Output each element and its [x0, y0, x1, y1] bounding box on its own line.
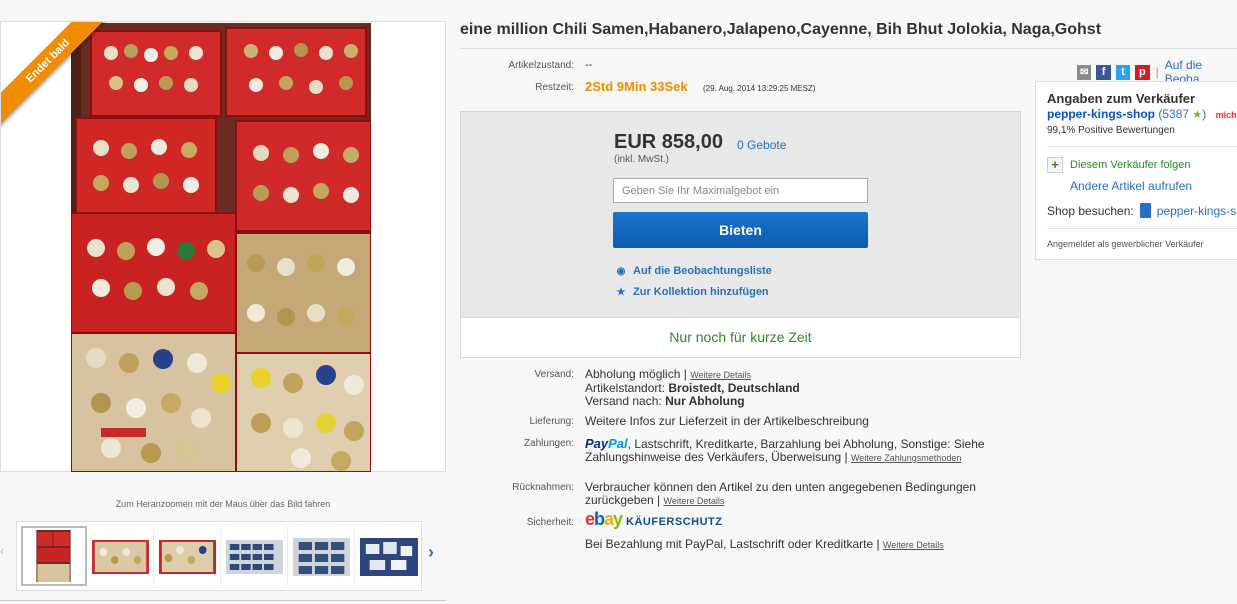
seller-divider: [1047, 146, 1237, 147]
payment-methods-line2: Zahlungshinweise des Verkäufers, Überwei…: [585, 450, 848, 464]
item-location-value: Broistedt, Deutschland: [668, 381, 800, 395]
item-location-label: Artikelstandort:: [585, 381, 666, 395]
zoom-hint: Zum Heranzoomen mit der Maus über das Bi…: [115, 499, 331, 509]
end-time: (29. Aug. 2014 13:29:25 MESZ): [703, 84, 816, 93]
facebook-icon[interactable]: f: [1096, 64, 1111, 80]
thumbnail-drawers-5[interactable]: [289, 526, 355, 586]
plus-icon: +: [1047, 157, 1063, 173]
shipping-info: Abholung möglich | Weitere Details: [585, 368, 1005, 382]
watchlist-link-label: Auf die Beobachtungsliste: [633, 265, 772, 277]
feedback-score-close: ): [1202, 107, 1207, 121]
shop-label: Shop besuchen:: [1047, 203, 1134, 218]
max-bid-input[interactable]: [613, 178, 868, 203]
paypal-logo: PayPal: [585, 436, 628, 451]
shop-visit: Shop besuchen: pepper-kings-sh: [1047, 203, 1237, 218]
payment-methods: PayPal, Lastschrift, Kreditkarte, Barzah…: [585, 437, 1005, 465]
main-item-photo[interactable]: [71, 23, 371, 472]
thumbnail-jars-2[interactable]: [88, 526, 154, 586]
shipping-value: Abholung möglich |: [585, 367, 687, 381]
bid-box: EUR 858,00 0 Gebote (inkl. MwSt.) Bieten…: [460, 111, 1021, 358]
other-items-link[interactable]: Andere Artikel aufrufen: [1070, 179, 1192, 193]
shop-link[interactable]: pepper-kings-sh: [1157, 204, 1237, 218]
collection-link[interactable]: ★ Zur Kollektion hinzufügen: [616, 286, 769, 298]
buyer-protection-details-link[interactable]: Weitere Details: [883, 540, 944, 550]
thumbnail-drawers-4[interactable]: [222, 526, 288, 586]
photo-crates-of-seed-jars: [71, 23, 371, 472]
ribbon-label: Endet bald: [1, 22, 111, 129]
ending-soon-ribbon: Endet bald: [1, 22, 111, 132]
payment-methods-line1: , Lastschrift, Kreditkarte, Barzahlung b…: [627, 437, 985, 451]
email-icon[interactable]: ✉: [1077, 64, 1092, 80]
time-left-value: 2Std 9Min 33Sek: [585, 79, 688, 94]
thumbnail-strip: [16, 521, 422, 591]
vat-note: (inkl. MwSt.): [614, 154, 669, 165]
buyer-protection-info: Bei Bezahlung mit PayPal, Lastschrift od…: [585, 538, 1005, 552]
time-left-label: Restzeit:: [535, 82, 574, 93]
seller-heading: Angaben zum Verkäufer: [1047, 91, 1196, 106]
me-badge: mich: [1215, 110, 1237, 120]
divider: [0, 600, 446, 601]
seller-name-link[interactable]: pepper-kings-shop: [1047, 107, 1155, 121]
thumbnail-bags-6[interactable]: [356, 526, 422, 586]
twitter-icon[interactable]: t: [1115, 64, 1131, 80]
bid-count-link[interactable]: 0 Gebote: [737, 138, 786, 152]
place-bid-button[interactable]: Bieten: [613, 212, 868, 248]
shipping-label: Versand:: [534, 369, 574, 380]
payments-label: Zahlungen:: [523, 438, 574, 449]
returns-line1: Verbraucher können den Artikel zu den un…: [585, 480, 976, 494]
pinterest-icon[interactable]: p: [1135, 64, 1150, 80]
shop-icon: [1139, 203, 1151, 218]
positive-feedback: 99,1% Positive Bewertungen: [1047, 125, 1175, 136]
buyer-protection-text: Bei Bezahlung mit PayPal, Lastschrift od…: [585, 537, 880, 551]
condition-label: Artikelzustand:: [508, 60, 574, 71]
seller-identity: pepper-kings-shop (5387 ★) mich: [1047, 107, 1237, 121]
returns-line2: zurückgeben |: [585, 493, 661, 507]
ships-to: Versand nach: Nur Abholung: [585, 395, 1005, 408]
eye-icon: ◉: [616, 265, 626, 277]
seller-divider: [1047, 228, 1237, 229]
delivery-value: Weitere Infos zur Lieferzeit in der Arti…: [585, 414, 869, 428]
current-price: EUR 858,00: [614, 131, 723, 153]
returns-label: Rücknahmen:: [512, 482, 574, 493]
thumbnail-prev-arrow[interactable]: ‹: [0, 544, 4, 558]
ships-to-label: Versand nach:: [585, 394, 662, 408]
buyer-protection-label: KÄUFERSCHUTZ: [626, 516, 723, 528]
ships-to-value: Nur Abholung: [665, 394, 745, 408]
title-divider: [460, 48, 1237, 49]
feedback-score-link[interactable]: (5387: [1158, 107, 1189, 121]
share-separator: |: [1155, 65, 1159, 79]
commercial-seller-note: Angemeldet als gewerblicher Verkäufer: [1047, 239, 1204, 249]
follow-seller-label: Diesem Verkäufer folgen: [1070, 159, 1191, 171]
returns-info: Verbraucher können den Artikel zu den un…: [585, 481, 1005, 508]
thumbnail-crates-1[interactable]: [21, 526, 87, 586]
thumbnail-jars-3[interactable]: [155, 526, 221, 586]
main-image-frame[interactable]: Endet bald: [0, 21, 446, 472]
security-label: Sicherheit:: [526, 517, 574, 528]
feedback-star-icon: ★: [1192, 109, 1203, 121]
follow-seller-link[interactable]: + Diesem Verkäufer folgen: [1047, 157, 1190, 173]
thumbnail-next-arrow[interactable]: ›: [428, 542, 434, 563]
star-icon: ★: [616, 286, 626, 298]
item-title: eine million Chili Samen,Habanero,Jalape…: [460, 21, 1102, 38]
urgency-message: Nur noch für kurze Zeit: [461, 317, 1020, 357]
buyer-protection-logo: ebay KÄUFERSCHUTZ: [585, 510, 1005, 529]
seller-info-box: Angaben zum Verkäufer pepper-kings-shop …: [1035, 81, 1237, 260]
collection-link-label: Zur Kollektion hinzufügen: [633, 286, 769, 298]
condition-value: --: [585, 59, 593, 71]
more-payment-methods-link[interactable]: Weitere Zahlungsmethoden: [851, 453, 961, 463]
returns-details-link[interactable]: Weitere Details: [664, 496, 725, 506]
delivery-label: Lieferung:: [529, 416, 574, 427]
ebay-logo: ebay: [585, 509, 623, 529]
shipping-details-link[interactable]: Weitere Details: [690, 370, 751, 380]
watchlist-link[interactable]: ◉ Auf die Beobachtungsliste: [616, 265, 772, 277]
